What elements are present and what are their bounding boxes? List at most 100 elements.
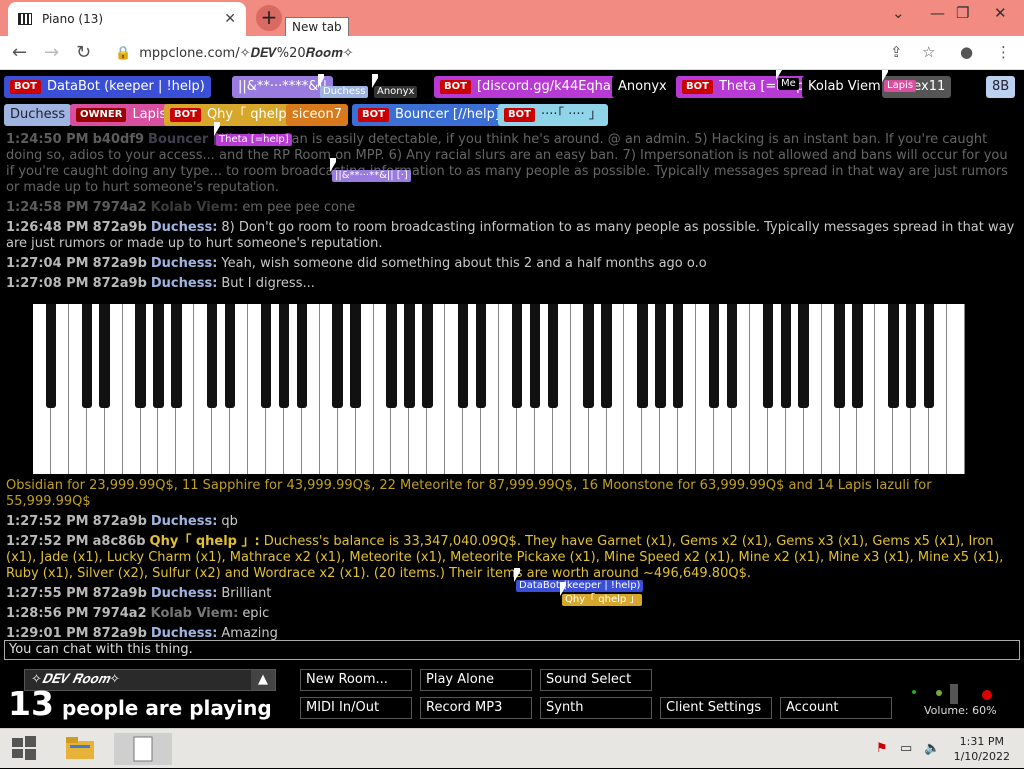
black-key[interactable] <box>798 304 809 408</box>
file-explorer-icon[interactable] <box>64 733 96 765</box>
black-key[interactable] <box>601 304 612 408</box>
black-key[interactable] <box>99 304 110 408</box>
message-time: 1:24:58 PM <box>6 200 89 215</box>
user-chip[interactable]: Anonyx <box>612 76 673 98</box>
black-key[interactable] <box>207 304 218 408</box>
chevron-down-icon[interactable]: ⌄ <box>892 4 905 22</box>
bookmark-star-icon[interactable]: ☆ <box>922 43 935 61</box>
black-key[interactable] <box>637 304 648 408</box>
close-tab-icon[interactable]: ✕ <box>224 11 236 27</box>
user-chip[interactable]: OWNER Lapis <box>70 104 173 126</box>
user-chip[interactable]: BOT DataBot (keeper | !help) <box>4 76 211 98</box>
forward-icon[interactable]: → <box>44 42 59 63</box>
piano-keyboard[interactable] <box>33 304 965 474</box>
black-key[interactable] <box>834 304 845 408</box>
play-alone-button[interactable]: Play Alone <box>420 669 532 691</box>
black-key[interactable] <box>923 304 935 408</box>
message-author[interactable]: Kolab Viem: <box>151 200 239 215</box>
midi-button[interactable]: MIDI In/Out <box>300 697 412 719</box>
black-key[interactable] <box>906 304 917 408</box>
cursor-label: DataBot (keeper | !help) <box>516 580 644 592</box>
menu-dots-icon[interactable]: ⋮ <box>996 43 1011 61</box>
user-name: Anonyx <box>618 79 667 94</box>
new-tab-button[interactable]: + <box>256 5 282 31</box>
chat-input[interactable]: You can chat with this thing. <box>4 640 1020 660</box>
message-author[interactable]: Duchess: <box>151 514 218 529</box>
black-key[interactable] <box>780 304 791 408</box>
user-chip[interactable]: Duchess <box>4 104 72 126</box>
black-key[interactable] <box>45 304 57 408</box>
black-key[interactable] <box>81 304 92 408</box>
black-key[interactable] <box>708 304 720 408</box>
back-icon[interactable]: ← <box>12 42 27 63</box>
black-key[interactable] <box>404 304 415 408</box>
client-settings-button[interactable]: Client Settings <box>660 697 772 719</box>
black-key[interactable] <box>422 304 433 408</box>
black-key[interactable] <box>852 304 863 408</box>
black-key[interactable] <box>278 304 290 408</box>
message-time: 1:26:48 PM <box>6 220 89 235</box>
active-app-icon[interactable] <box>114 733 172 765</box>
black-key[interactable] <box>224 304 236 408</box>
message-author[interactable]: Kolab Viem: <box>151 606 239 621</box>
black-key[interactable] <box>673 304 684 408</box>
account-button[interactable]: Account <box>780 697 892 719</box>
taskbar: ⚑ ▭ 🔈 1:31 PM 1/10/2022 <box>0 728 1024 768</box>
profile-icon[interactable]: ● <box>960 43 973 61</box>
url-field[interactable]: 🔒 mppclone.com/✧𝑫𝑬𝑽%20𝑹𝒐𝒐𝒎✧ <box>115 40 970 66</box>
bottom-controls: ✧𝑫𝑬𝑽 𝑹𝒐𝒐𝒎✧ ▲ 13 people are playing New R… <box>0 660 1024 730</box>
minimize-icon[interactable]: — <box>930 4 945 22</box>
black-key[interactable] <box>762 304 774 408</box>
synth-button[interactable]: Synth <box>540 697 652 719</box>
speaker-muted-icon[interactable]: 🔈 <box>924 741 940 756</box>
user-chip[interactable]: BOT Bouncer [//help] <box>352 104 506 126</box>
black-key[interactable] <box>457 304 469 408</box>
reload-icon[interactable]: ↻ <box>76 42 91 63</box>
message-author[interactable]: Duchess: <box>151 276 218 291</box>
chevron-up-icon[interactable]: ▲ <box>251 670 275 690</box>
room-select[interactable]: ✧𝑫𝑬𝑽 𝑹𝒐𝒐𝒎✧ ▲ <box>24 669 276 691</box>
user-name: Lapis <box>132 107 167 122</box>
message-author[interactable]: Duchess: <box>151 626 218 641</box>
browser-tab[interactable]: Piano (13) ✕ <box>8 2 246 36</box>
message-author[interactable]: Qhy「 qhelp 」: <box>150 534 260 549</box>
record-mp3-button[interactable]: Record MP3 <box>420 697 532 719</box>
user-chip[interactable]: BOT [discord.gg/k44Eqha] <box>434 76 622 98</box>
new-room-button[interactable]: New Room... <box>300 669 412 691</box>
volume-knob-icon[interactable] <box>950 684 958 704</box>
user-chip[interactable]: 8B <box>986 76 1016 98</box>
user-chip[interactable]: BOT ····「 ···· 」 <box>498 104 608 126</box>
network-icon[interactable]: ▭ <box>900 741 912 756</box>
black-key[interactable] <box>135 304 146 408</box>
black-key[interactable] <box>583 304 594 408</box>
black-key[interactable] <box>260 304 272 408</box>
black-key[interactable] <box>726 304 738 408</box>
message-author[interactable]: Duchess: <box>151 586 218 601</box>
windows-start-icon[interactable] <box>10 733 42 765</box>
restore-icon[interactable]: ❐ <box>956 4 969 22</box>
close-window-icon[interactable]: ✕ <box>994 4 1007 22</box>
system-clock[interactable]: 1:31 PM 1/10/2022 <box>954 734 1010 764</box>
black-key[interactable] <box>655 304 666 408</box>
black-key[interactable] <box>888 304 899 408</box>
message-time: 1:28:56 PM <box>6 606 89 621</box>
black-key[interactable] <box>547 304 558 408</box>
share-icon[interactable]: ⇪ <box>890 43 903 61</box>
black-key[interactable] <box>153 304 164 408</box>
black-key[interactable] <box>475 304 487 408</box>
black-key[interactable] <box>386 304 397 408</box>
black-key[interactable] <box>332 304 343 408</box>
user-chip[interactable]: siceon7 <box>286 104 348 126</box>
message-time: 1:29:01 PM <box>6 626 89 641</box>
message-author[interactable]: Duchess: <box>151 220 218 235</box>
black-key[interactable] <box>529 304 541 408</box>
flag-icon[interactable]: ⚑ <box>876 741 888 756</box>
black-key[interactable] <box>171 304 182 408</box>
black-key[interactable] <box>296 304 308 408</box>
white-key[interactable] <box>947 304 965 474</box>
message-author[interactable]: Duchess: <box>151 256 218 271</box>
black-key[interactable] <box>511 304 523 408</box>
user-chip[interactable]: Kolab Viem <box>802 76 887 98</box>
black-key[interactable] <box>350 304 361 408</box>
sound-select-button[interactable]: Sound Select <box>540 669 652 691</box>
